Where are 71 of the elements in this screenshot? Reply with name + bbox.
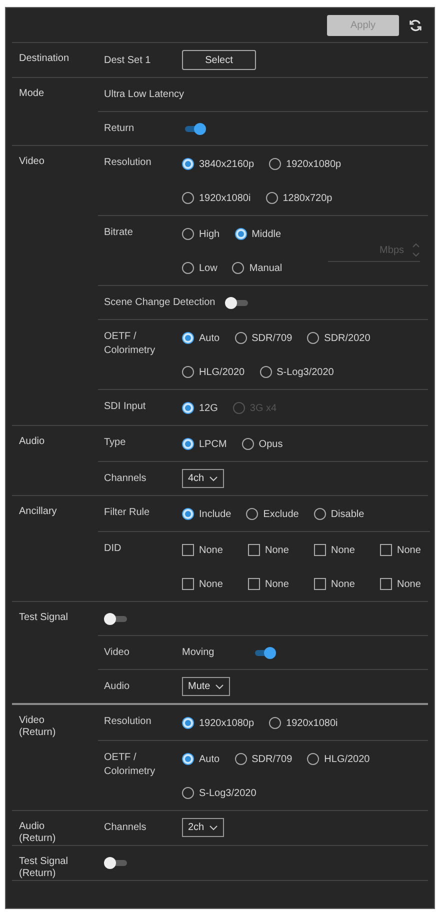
radio-option[interactable]: HLG/2020: [182, 364, 245, 380]
checkbox-option[interactable]: None: [314, 542, 364, 558]
radio-option[interactable]: Auto: [182, 330, 220, 346]
radio-option[interactable]: Disable: [314, 506, 364, 522]
row-label: Bitrate: [104, 226, 134, 240]
checkbox-option[interactable]: None: [380, 576, 430, 592]
section-label: Test Signal (Return): [19, 856, 69, 880]
chevron-down-icon: [209, 476, 218, 482]
mode-value: Ultra Low Latency: [104, 88, 184, 102]
radio-option[interactable]: S-Log3/2020: [182, 786, 256, 800]
toggle-switch[interactable]: [104, 856, 128, 870]
radio-option[interactable]: Exclude: [246, 506, 299, 522]
section-label: Destination: [19, 53, 70, 65]
row-label: Video: [104, 646, 130, 660]
radio-option[interactable]: LPCM: [182, 436, 227, 452]
checkbox-option[interactable]: None: [314, 576, 364, 592]
section-label: Audio (Return): [19, 821, 57, 845]
row-label: Filter Rule: [104, 506, 151, 520]
radio-option[interactable]: 1920x1080p: [269, 156, 342, 172]
select-button[interactable]: Select: [182, 50, 256, 70]
section-label: Mode: [19, 88, 46, 100]
section-label: Video: [19, 156, 46, 168]
checkbox-option[interactable]: None: [182, 576, 232, 592]
checkbox-option[interactable]: None: [380, 542, 430, 558]
radio-option[interactable]: 12G: [182, 400, 218, 416]
radio-option[interactable]: 1920x1080i: [269, 716, 338, 730]
row-label: Channels: [104, 472, 148, 486]
row-label: DID: [104, 542, 122, 556]
row-label: SDI Input: [104, 400, 147, 414]
checkbox-option[interactable]: None: [182, 542, 232, 558]
radio-option[interactable]: Manual: [232, 260, 282, 276]
radio-option[interactable]: SDR/709: [234, 330, 292, 346]
radio-option[interactable]: Auto: [182, 752, 220, 766]
radio-option[interactable]: Include: [182, 506, 232, 522]
row-label: Audio: [104, 680, 131, 694]
radio-option[interactable]: Opus: [242, 436, 283, 452]
dropdown[interactable]: 4ch: [182, 469, 224, 488]
radio-option[interactable]: High: [182, 226, 220, 242]
radio-option[interactable]: Middle: [234, 226, 282, 242]
destination-value: Dest Set 1: [104, 54, 152, 68]
dropdown[interactable]: 2ch: [182, 818, 224, 837]
row-label: Channels: [104, 820, 148, 834]
toggle-switch[interactable]: [104, 612, 128, 626]
row-label: Scene Change Detection: [104, 296, 216, 310]
row-label: OETF / Colorimetry: [104, 330, 156, 358]
toggle-switch[interactable]: [225, 296, 250, 310]
radio-option[interactable]: HLG/2020: [307, 752, 370, 766]
radio-option[interactable]: SDR/2020: [307, 330, 370, 346]
checkbox-option[interactable]: None: [248, 576, 298, 592]
toggle-value: Moving: [182, 646, 216, 660]
row-label: OETF / Colorimetry: [104, 751, 156, 779]
radio-option[interactable]: S-Log3/2020: [260, 364, 334, 380]
radio-option[interactable]: 1280x720p: [266, 190, 332, 206]
section-label: Video (Return): [19, 715, 57, 739]
row-label: Resolution: [104, 715, 152, 729]
row-label: Return: [104, 122, 136, 136]
section-label: Ancillary: [19, 506, 58, 518]
radio-option[interactable]: 1920x1080p: [182, 716, 254, 730]
refresh-icon[interactable]: [409, 18, 422, 32]
radio-option[interactable]: Low: [182, 260, 218, 276]
section-label: Test Signal: [19, 612, 69, 624]
row-label: Type: [104, 436, 127, 450]
radio-option[interactable]: SDR/709: [234, 752, 292, 766]
dropdown[interactable]: Mute: [182, 677, 230, 696]
checkbox-option[interactable]: None: [248, 542, 298, 558]
row-label: Resolution: [104, 156, 152, 170]
section-label: Audio: [19, 436, 46, 448]
chevron-down-icon: [215, 684, 224, 690]
radio-option[interactable]: 1920x1080i: [182, 190, 251, 206]
chevron-down-icon: [209, 824, 218, 830]
radio-option[interactable]: 3840x2160p: [182, 156, 254, 172]
